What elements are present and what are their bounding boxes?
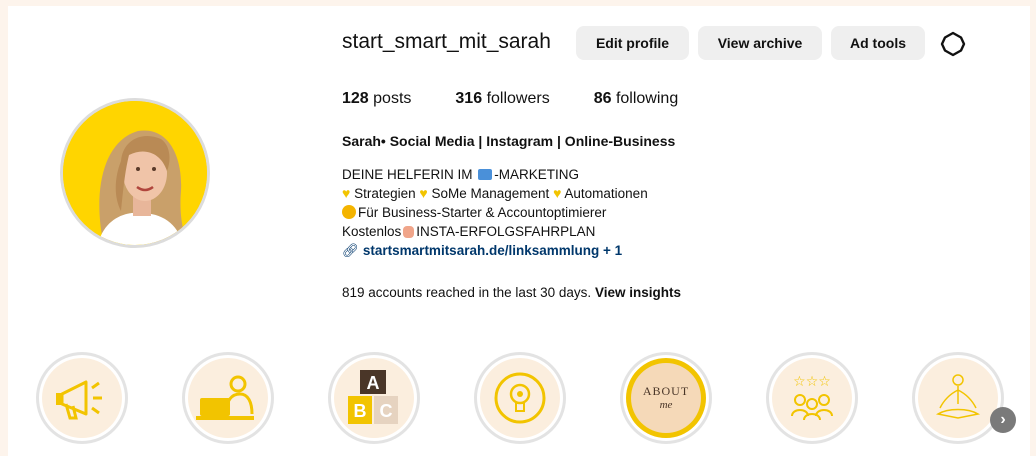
- followers-label: followers: [486, 90, 550, 107]
- insights-row: 819 accounts reached in the last 30 days…: [342, 285, 681, 300]
- view-archive-button[interactable]: View archive: [698, 26, 822, 60]
- bio-line-1-start: DEINE HELFERIN IM: [342, 167, 473, 182]
- chevron-right-icon[interactable]: ›: [990, 407, 1016, 433]
- following-stat[interactable]: 86 following: [594, 90, 679, 108]
- bio-line-2-c: Automationen: [564, 186, 648, 201]
- username: start_smart_mit_sarah: [342, 30, 551, 53]
- person-laptop-icon: [196, 375, 254, 420]
- laptop-icon: [478, 169, 493, 180]
- followers-count: 316: [455, 90, 483, 107]
- profile-photo-icon: [63, 101, 207, 245]
- star-struck-emoji-icon: [342, 205, 356, 219]
- following-label: following: [615, 90, 679, 107]
- yellow-heart-icon: ♥: [419, 185, 428, 201]
- view-insights-link[interactable]: View insights: [595, 285, 681, 300]
- bio-line-2-a: Strategien: [354, 186, 416, 201]
- bio-line-1: DEINE HELFERIN IM -MARKETING: [342, 165, 648, 184]
- bio: DEINE HELFERIN IM -MARKETING ♥ Strategie…: [342, 165, 648, 260]
- edit-profile-button[interactable]: Edit profile: [576, 26, 689, 60]
- lightbulb-icon: [494, 372, 546, 424]
- bio-link-row[interactable]: 🔗︎ startsmartmitsarah.de/linksammlung + …: [342, 241, 648, 260]
- abc-letter-b: B: [354, 401, 367, 421]
- bio-line-3-text: Für Business-Starter & Accountoptimierer: [358, 205, 607, 220]
- avatar-photo: [63, 101, 207, 245]
- bio-line-3: Für Business-Starter & Accountoptimierer: [342, 203, 648, 222]
- posts-label: posts: [373, 90, 412, 107]
- abc-letter-c: C: [380, 401, 393, 421]
- gear-icon[interactable]: [940, 31, 966, 57]
- highlight-reviews[interactable]: ☆☆☆: [766, 352, 858, 444]
- about-title: ABOUT: [642, 384, 690, 398]
- display-name: Sarah• Social Media | Instagram | Online…: [342, 133, 676, 149]
- bio-link-more[interactable]: + 1: [603, 243, 622, 258]
- reach-text: 819 accounts reached in the last 30 days…: [342, 285, 592, 300]
- posts-stat: 128 posts: [342, 90, 411, 108]
- abc-letter-a: A: [367, 373, 380, 393]
- bio-line-4-a: Kostenlos: [342, 224, 402, 239]
- yellow-heart-icon: ♥: [553, 185, 562, 201]
- profile-stats: 128 posts 316 followers 86 following: [342, 90, 722, 108]
- bio-link[interactable]: startsmartmitsarah.de/linksammlung: [363, 243, 599, 258]
- abc-blocks-icon: A B C: [348, 370, 398, 424]
- bio-line-4: Kostenlos INSTA-ERFOLGSFAHRPLAN: [342, 222, 648, 241]
- posts-count: 128: [342, 90, 369, 107]
- about-me-badge: ABOUT me: [631, 363, 701, 433]
- yellow-heart-icon: ♥: [342, 185, 351, 201]
- highlight-idea[interactable]: [474, 352, 566, 444]
- megaphone-icon: [56, 380, 102, 420]
- stars-people-icon: ☆☆☆: [791, 374, 833, 421]
- highlight-yoga[interactable]: [912, 352, 1004, 444]
- bio-line-2: ♥ Strategien ♥ SoMe Management ♥ Automat…: [342, 184, 648, 203]
- about-subtitle: me: [659, 399, 673, 411]
- link-icon: 🔗︎: [342, 243, 360, 258]
- following-count: 86: [593, 90, 612, 107]
- pointing-hand-icon: [403, 226, 415, 238]
- followers-stat[interactable]: 316 followers: [455, 90, 549, 108]
- highlight-megaphone[interactable]: [36, 352, 128, 444]
- bio-line-1-end: -MARKETING: [494, 167, 580, 182]
- avatar[interactable]: [60, 98, 210, 248]
- highlight-abc[interactable]: A B C: [328, 352, 420, 444]
- ad-tools-button[interactable]: Ad tools: [831, 26, 925, 60]
- highlight-laptop[interactable]: [182, 352, 274, 444]
- bio-line-2-b: SoMe Management: [431, 186, 550, 201]
- bio-line-4-b: INSTA-ERFOLGSFAHRPLAN: [416, 224, 596, 239]
- highlight-about-me[interactable]: ABOUT me: [620, 352, 712, 444]
- meditation-icon: [935, 374, 981, 419]
- svg-text:☆☆☆: ☆☆☆: [793, 374, 831, 390]
